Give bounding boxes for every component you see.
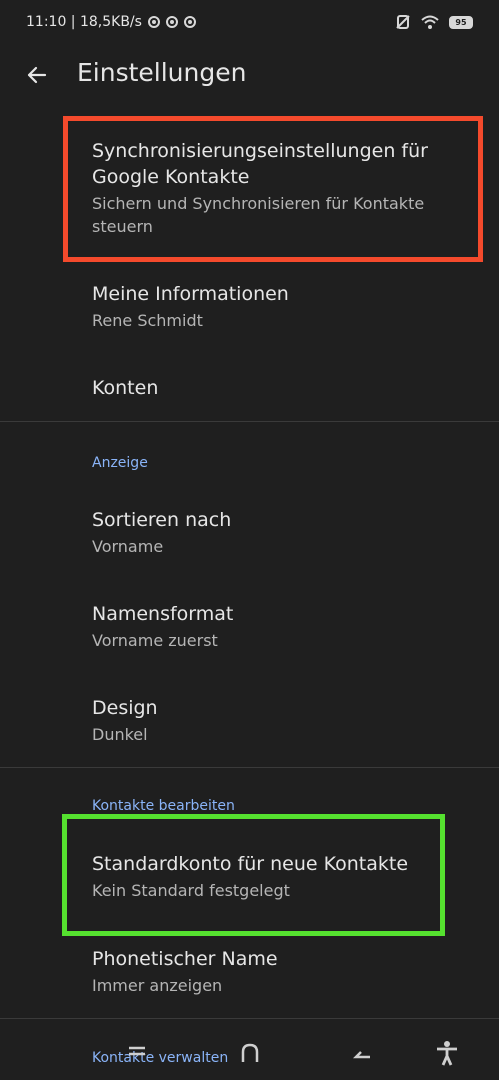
pref-title: Standardkonto für neue Kontakte xyxy=(92,853,409,875)
pref-sync-settings[interactable]: Synchronisierungseinstellungen für Googl… xyxy=(92,138,462,238)
pref-design[interactable]: Design Dunkel xyxy=(92,695,462,746)
pref-summary: Vorname zuerst xyxy=(92,631,218,650)
pref-sort-by[interactable]: Sortieren nach Vorname xyxy=(92,507,462,558)
home-icon xyxy=(241,1043,259,1062)
page-title: Einstellungen xyxy=(77,58,247,87)
pref-summary: Kein Standard festgelegt xyxy=(92,881,290,900)
category-edit-contacts: Kontakte bearbeiten xyxy=(92,798,235,814)
back-icon xyxy=(352,1051,370,1059)
pref-summary: Vorname xyxy=(92,537,164,556)
status-left: 11:10 | 18,5KB/s xyxy=(26,14,196,30)
pref-my-info[interactable]: Meine Informationen Rene Schmidt xyxy=(92,281,462,332)
pref-title: Namensformat xyxy=(92,603,234,625)
battery-level: 95 xyxy=(455,17,467,27)
divider xyxy=(0,767,499,768)
accessibility-button[interactable] xyxy=(430,1038,464,1068)
menu-button[interactable] xyxy=(120,1038,154,1068)
pref-title: Meine Informationen xyxy=(92,283,289,305)
pref-phonetic-name[interactable]: Phonetischer Name Immer anzeigen xyxy=(92,946,462,997)
pref-summary: Dunkel xyxy=(92,725,148,744)
pref-default-account[interactable]: Standardkonto für neue Kontakte Kein Sta… xyxy=(92,851,462,902)
divider xyxy=(0,421,499,422)
pref-title: Phonetischer Name xyxy=(92,948,278,970)
divider xyxy=(0,1018,499,1019)
home-button[interactable] xyxy=(233,1038,267,1068)
chrome-icon xyxy=(165,16,178,28)
pref-summary: Sichern und Synchronisieren für Kontakte… xyxy=(92,194,425,236)
pref-title: Sortieren nach xyxy=(92,509,232,531)
accessibility-icon xyxy=(437,1041,457,1066)
chrome-icon xyxy=(147,16,160,28)
pref-summary: Immer anzeigen xyxy=(92,976,223,995)
status-bar: 11:10 | 18,5KB/s 95 xyxy=(0,0,499,44)
status-time-speed: 11:10 | 18,5KB/s xyxy=(26,14,142,30)
back-nav-button[interactable] xyxy=(345,1038,379,1068)
arrow-back-icon xyxy=(27,66,47,84)
menu-icon xyxy=(129,1046,145,1056)
battery-icon: 95 xyxy=(449,15,473,29)
back-button[interactable] xyxy=(22,60,52,90)
status-right: 95 xyxy=(395,14,473,30)
pref-title: Konten xyxy=(92,377,159,399)
app-bar: Einstellungen xyxy=(0,44,499,106)
pref-summary: Rene Schmidt xyxy=(92,311,203,330)
wifi-icon xyxy=(421,15,439,29)
pref-title: Design xyxy=(92,697,158,719)
pref-name-format[interactable]: Namensformat Vorname zuerst xyxy=(92,601,462,652)
pref-title: Synchronisierungseinstellungen für Googl… xyxy=(92,140,428,188)
system-nav-bar xyxy=(0,1030,499,1080)
chrome-icon xyxy=(183,16,196,28)
pref-accounts[interactable]: Konten xyxy=(92,375,462,401)
category-display: Anzeige xyxy=(92,455,148,471)
no-sim-icon xyxy=(396,15,410,29)
